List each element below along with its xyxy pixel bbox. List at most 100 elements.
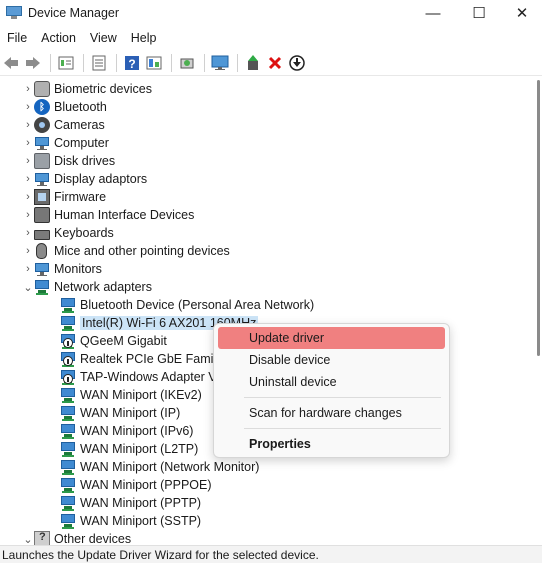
- chevron-right-icon[interactable]: ›: [22, 116, 34, 134]
- tree-item-disk-drives[interactable]: › Disk drives: [22, 152, 115, 170]
- menu-uninstall-device[interactable]: Uninstall device: [218, 371, 445, 393]
- tree-label: Biometric devices: [54, 82, 152, 96]
- window-title: Device Manager: [28, 6, 120, 20]
- tree-item-tap-windows[interactable]: TAP-Windows Adapter V9: [60, 368, 224, 386]
- network-adapter-icon: [60, 513, 76, 529]
- network-adapter-disabled-icon: [60, 369, 76, 385]
- tree-item-wan-ipv6[interactable]: WAN Miniport (IPv6): [60, 422, 193, 440]
- tree-item-firmware[interactable]: › Firmware: [22, 188, 106, 206]
- tree-label: WAN Miniport (SSTP): [80, 514, 202, 528]
- toolbar-divider: [83, 53, 84, 72]
- tree-label: Display adaptors: [54, 172, 148, 186]
- tree-item-bluetooth[interactable]: › ᛒ Bluetooth: [22, 98, 107, 116]
- close-button[interactable]: ✕: [502, 0, 542, 26]
- chevron-right-icon[interactable]: ›: [22, 134, 34, 152]
- disable-device-icon[interactable]: [288, 54, 306, 72]
- tree-label: WAN Miniport (IP): [80, 406, 181, 420]
- camera-icon: [34, 117, 50, 133]
- list-view-icon[interactable]: [90, 54, 108, 72]
- uninstall-x-icon[interactable]: [266, 54, 284, 72]
- toolbar-divider: [237, 53, 238, 72]
- svg-text:?: ?: [128, 57, 135, 71]
- chevron-right-icon[interactable]: ›: [22, 170, 34, 188]
- tree-item-cameras[interactable]: › Cameras: [22, 116, 105, 134]
- chevron-down-icon[interactable]: ⌄: [22, 278, 34, 296]
- chevron-right-icon[interactable]: ›: [22, 206, 34, 224]
- tree-item-wan-ip[interactable]: WAN Miniport (IP): [60, 404, 180, 422]
- resources-view-icon[interactable]: [145, 54, 163, 72]
- tree-label: Other devices: [54, 532, 132, 545]
- tree-item-realtek[interactable]: Realtek PCIe GbE Family: [60, 350, 222, 368]
- chevron-right-icon[interactable]: ›: [22, 260, 34, 278]
- tree-item-wan-sstp[interactable]: WAN Miniport (SSTP): [60, 512, 201, 530]
- tree-label: WAN Miniport (L2TP): [80, 442, 199, 456]
- forward-arrow-icon[interactable]: [24, 54, 42, 72]
- tree-item-human-interface-devices[interactable]: › Human Interface Devices: [22, 206, 194, 224]
- update-driver-icon[interactable]: [244, 54, 262, 72]
- disk-drive-icon: [34, 153, 50, 169]
- chevron-right-icon[interactable]: ›: [22, 188, 34, 206]
- network-adapter-icon: [60, 297, 76, 313]
- chevron-down-icon[interactable]: ⌄: [22, 530, 34, 546]
- tree-label: Keyboards: [54, 226, 114, 240]
- tree-item-mice[interactable]: › Mice and other pointing devices: [22, 242, 230, 260]
- tree-item-display-adaptors[interactable]: › Display adaptors: [22, 170, 147, 188]
- network-adapter-disabled-icon: [60, 333, 76, 349]
- tree-label: WAN Miniport (Network Monitor): [80, 460, 260, 474]
- help-icon[interactable]: ?: [123, 54, 141, 72]
- chevron-right-icon[interactable]: ›: [22, 224, 34, 242]
- tree-label: TAP-Windows Adapter V9: [80, 370, 224, 384]
- mouse-icon: [36, 243, 47, 259]
- display-adapter-icon: [34, 171, 50, 187]
- tree-label: WAN Miniport (IPv6): [80, 424, 194, 438]
- tree-label: WAN Miniport (IKEv2): [80, 388, 202, 402]
- tree-item-wan-pptp[interactable]: WAN Miniport (PPTP): [60, 494, 201, 512]
- menu-file[interactable]: File: [0, 27, 34, 49]
- scan-hardware-icon[interactable]: [178, 54, 196, 72]
- chevron-right-icon[interactable]: ›: [22, 152, 34, 170]
- toolbar-divider: [50, 53, 51, 72]
- tree-item-other-devices[interactable]: ⌄ Other devices: [22, 530, 131, 545]
- network-adapter-icon: [60, 387, 76, 403]
- tree-item-keyboards[interactable]: › Keyboards: [22, 224, 114, 242]
- tree-item-monitors[interactable]: › Monitors: [22, 260, 102, 278]
- monitor-icon: [34, 261, 50, 277]
- menu-update-driver[interactable]: Update driver: [218, 327, 445, 349]
- vertical-scrollbar[interactable]: [537, 80, 540, 356]
- network-adapter-disabled-icon: [60, 351, 76, 367]
- computer-icon: [34, 135, 50, 151]
- menu-scan-hardware[interactable]: Scan for hardware changes: [218, 402, 445, 424]
- menu-properties[interactable]: Properties: [218, 433, 445, 455]
- minimize-button[interactable]: —: [410, 0, 456, 26]
- device-manager-icon: [6, 6, 22, 20]
- maximize-button[interactable]: ☐: [456, 0, 502, 26]
- tree-item-qgeem[interactable]: QGeeM Gigabit: [60, 332, 167, 350]
- chevron-right-icon[interactable]: ›: [22, 98, 34, 116]
- bluetooth-icon: ᛒ: [34, 99, 50, 115]
- back-arrow-icon[interactable]: [2, 54, 20, 72]
- network-adapter-icon: [34, 279, 50, 295]
- menu-bar: File Action View Help: [0, 27, 164, 49]
- properties-view-icon[interactable]: [57, 54, 75, 72]
- tree-item-wan-l2tp[interactable]: WAN Miniport (L2TP): [60, 440, 198, 458]
- tree-item-biometric-devices[interactable]: › Biometric devices: [22, 80, 152, 98]
- menu-action[interactable]: Action: [34, 27, 83, 49]
- tree-item-bluetooth-pan[interactable]: Bluetooth Device (Personal Area Network): [60, 296, 314, 314]
- menu-view[interactable]: View: [83, 27, 124, 49]
- other-devices-icon: [34, 531, 50, 545]
- tree-item-computer[interactable]: › Computer: [22, 134, 109, 152]
- tree-item-wan-network-monitor[interactable]: WAN Miniport (Network Monitor): [60, 458, 259, 476]
- tree-label: Monitors: [54, 262, 102, 276]
- toolbar-divider: [204, 53, 205, 72]
- tree-label: Mice and other pointing devices: [54, 244, 230, 258]
- tree-item-wan-ikev2[interactable]: WAN Miniport (IKEv2): [60, 386, 202, 404]
- tree-item-wan-pppoe[interactable]: WAN Miniport (PPPOE): [60, 476, 212, 494]
- device-tree: › Biometric devices › ᛒ Bluetooth › Came…: [0, 80, 542, 545]
- tree-label: Disk drives: [54, 154, 116, 168]
- tree-item-network-adapters[interactable]: ⌄ Network adapters: [22, 278, 152, 296]
- chevron-right-icon[interactable]: ›: [22, 242, 34, 260]
- chevron-right-icon[interactable]: ›: [22, 80, 34, 98]
- monitor-icon[interactable]: [211, 54, 229, 72]
- menu-disable-device[interactable]: Disable device: [218, 349, 445, 371]
- menu-help[interactable]: Help: [124, 27, 164, 49]
